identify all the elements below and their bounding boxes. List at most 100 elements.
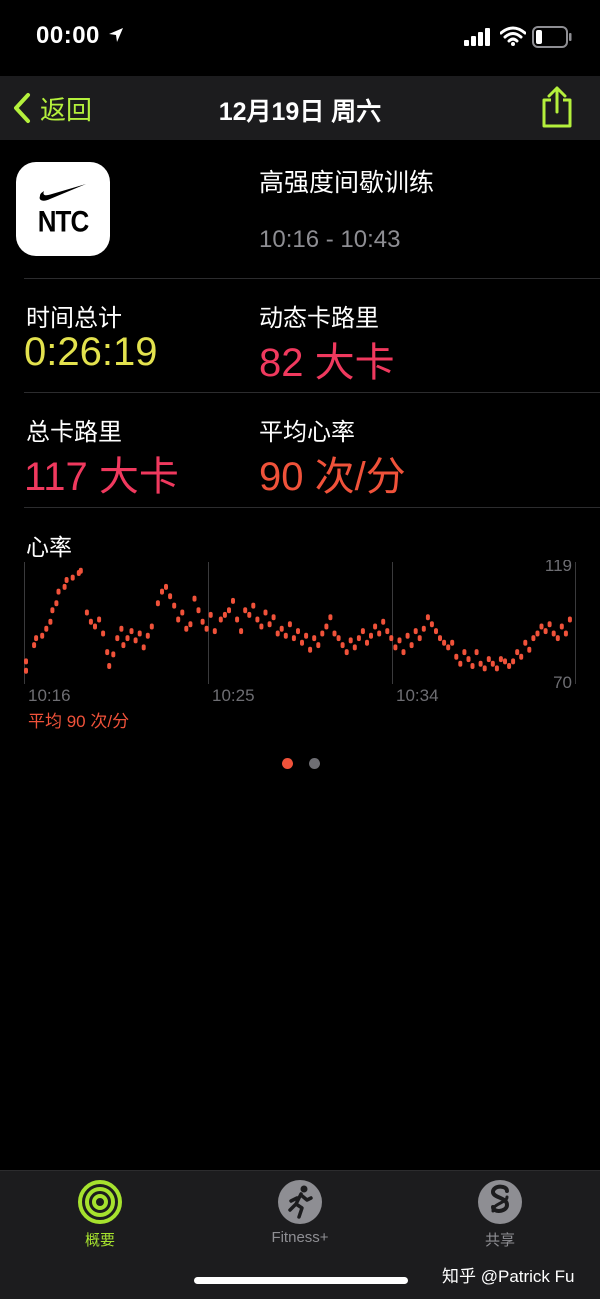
heart-rate-point: [442, 639, 447, 646]
heart-rate-point: [222, 611, 227, 618]
heart-rate-point: [454, 653, 459, 660]
page-dot[interactable]: [309, 758, 320, 769]
heart-rate-point: [129, 628, 134, 635]
heart-rate-point: [450, 639, 455, 646]
heart-rate-point: [304, 632, 309, 639]
heart-rate-point: [255, 616, 260, 623]
share-icon[interactable]: [540, 86, 574, 128]
heart-rate-point: [369, 632, 373, 639]
heart-rate-point: [279, 625, 284, 632]
heart-rate-point: [482, 665, 487, 672]
heart-rate-point: [184, 625, 189, 632]
heart-rate-point: [141, 644, 146, 651]
heart-rate-point: [267, 621, 272, 628]
heart-rate-point: [44, 625, 49, 632]
heart-rate-point: [446, 644, 451, 651]
heart-rate-point: [503, 658, 507, 665]
activity-rings-icon: [78, 1180, 122, 1224]
nike-swoosh-icon: [39, 184, 86, 201]
tab-fitness-plus[interactable]: Fitness+: [259, 1179, 341, 1246]
heart-rate-point: [125, 635, 130, 642]
page-dot[interactable]: [282, 758, 293, 769]
heart-rate-point: [320, 630, 325, 637]
workout-time-range: 10:16 - 10:43: [259, 226, 401, 253]
heart-rate-point: [312, 635, 317, 642]
heart-rate-title: 心率: [26, 534, 72, 560]
heart-rate-point: [401, 649, 406, 656]
heart-rate-point: [64, 577, 69, 583]
heart-rate-point: [259, 623, 264, 630]
heart-rate-point: [168, 593, 173, 600]
heart-rate-point: [121, 642, 126, 649]
heart-rate-point: [40, 632, 45, 639]
heart-rate-point: [458, 660, 463, 667]
heart-rate-point: [340, 642, 345, 649]
heart-rate-point: [70, 574, 75, 581]
heart-rate-point: [107, 663, 112, 669]
heart-rate-point: [393, 644, 398, 651]
page-indicator[interactable]: [282, 758, 320, 769]
heart-rate-point: [196, 607, 201, 614]
heart-rate-point: [111, 651, 116, 658]
heart-rate-point: [56, 588, 61, 595]
app-icon-label: NTC: [37, 203, 89, 239]
heart-rate-point: [287, 621, 292, 628]
heart-rate-point: [356, 635, 361, 642]
heart-rate-point: [218, 616, 223, 623]
x-tick-label: 10:34: [396, 686, 439, 705]
heart-rate-point: [332, 630, 337, 637]
heart-rate-point: [283, 632, 288, 639]
heart-rate-point: [208, 611, 213, 618]
heart-rate-point: [547, 621, 552, 628]
workout-name: 高强度间歇训练: [259, 169, 435, 197]
tab-label: Fitness+: [271, 1229, 329, 1246]
heart-rate-point: [172, 602, 177, 609]
heart-rate-point: [192, 595, 197, 602]
heart-rate-point: [567, 616, 572, 623]
tab-sharing[interactable]: 共享: [468, 1179, 532, 1250]
home-indicator[interactable]: [194, 1277, 408, 1284]
page-title: 12月19日 周六: [218, 98, 382, 126]
sharing-icon: [478, 1180, 522, 1224]
heart-rate-point: [119, 625, 124, 632]
heart-rate-point: [543, 628, 548, 635]
heart-rate-point: [389, 635, 394, 642]
divider: [24, 392, 600, 393]
heart-rate-point: [247, 611, 252, 618]
heart-rate-point: [243, 607, 248, 614]
heart-rate-point: [519, 653, 524, 660]
fitness-runner-icon: [278, 1180, 322, 1224]
heart-rate-point: [535, 630, 540, 637]
heart-rate-point: [251, 602, 256, 609]
x-tick-label: 10:16: [28, 686, 71, 705]
heart-rate-point: [212, 628, 217, 635]
tab-summary[interactable]: 概要: [68, 1179, 132, 1250]
heart-rate-point: [275, 630, 280, 637]
total-calories-value: 117 大卡: [24, 455, 179, 499]
heart-rate-point: [551, 630, 556, 637]
heart-rate-point: [348, 637, 353, 644]
heart-rate-point: [93, 623, 97, 630]
heart-rate-point: [227, 607, 231, 614]
heart-rate-point: [474, 649, 479, 656]
cellular-signal-icon: [464, 28, 490, 46]
heart-rate-point: [429, 621, 434, 628]
heart-rate-point: [409, 642, 414, 649]
navigation-bar: 返回 12月19日 周六: [0, 76, 600, 140]
heart-rate-point: [563, 630, 568, 637]
heart-rate-point: [271, 614, 276, 621]
location-arrow-icon: [109, 28, 123, 42]
heart-rate-point: [204, 625, 209, 632]
heart-rate-point: [50, 607, 55, 614]
heart-rate-point: [507, 663, 512, 669]
heart-rate-point: [344, 649, 349, 656]
heart-rate-point: [316, 642, 321, 649]
heart-rate-point: [515, 649, 520, 656]
heart-rate-point: [62, 583, 67, 590]
heart-rate-point: [373, 623, 378, 630]
heart-rate-point: [511, 658, 516, 665]
heart-rate-point: [360, 628, 365, 635]
heart-rate-point: [523, 639, 528, 646]
heart-rate-point: [494, 665, 499, 672]
heart-rate-point: [324, 623, 329, 630]
